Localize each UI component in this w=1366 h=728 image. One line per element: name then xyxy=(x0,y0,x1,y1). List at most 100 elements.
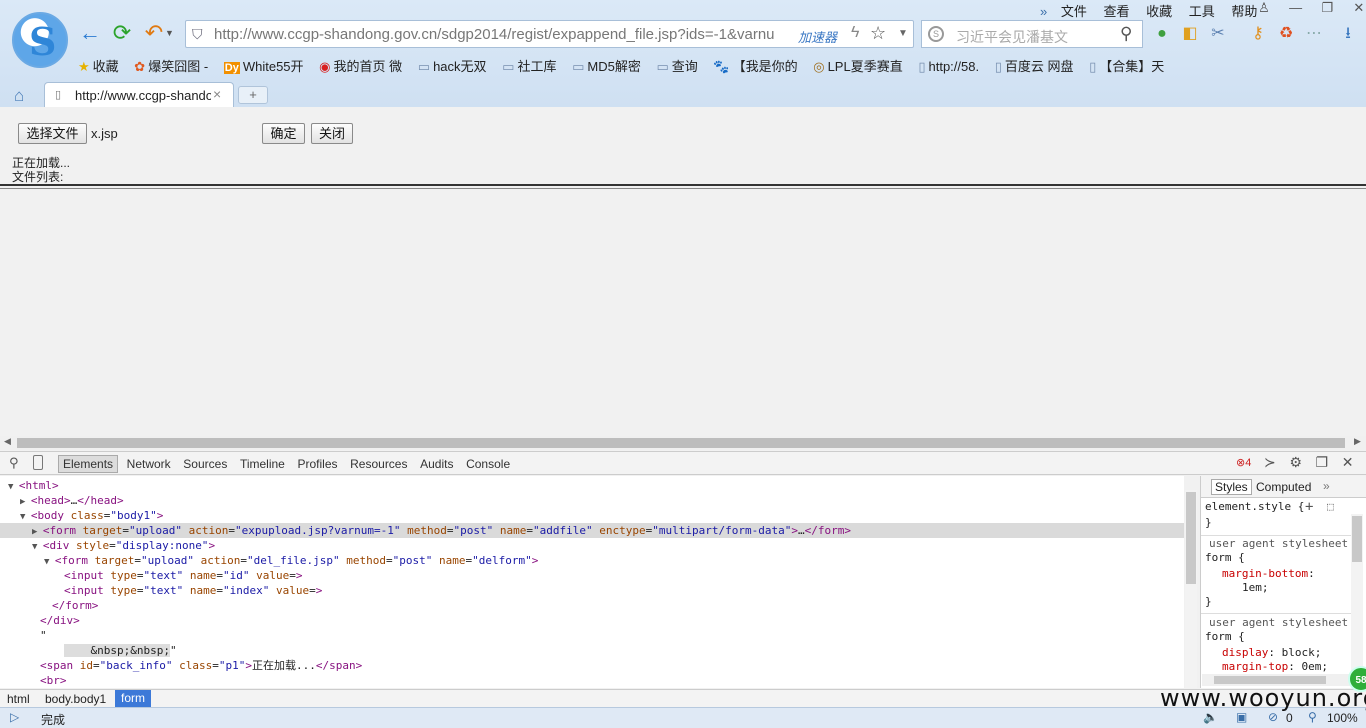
close-icon[interactable]: × xyxy=(213,86,221,102)
scrollbar-thumb[interactable] xyxy=(1214,676,1326,684)
inspect-icon[interactable]: ⚲ xyxy=(9,455,19,471)
css-property[interactable]: margin-bottom: xyxy=(1222,567,1315,581)
search-icon[interactable]: ⚲ xyxy=(1120,24,1132,44)
scrollbar-thumb[interactable] xyxy=(1352,516,1362,562)
dom-node-line[interactable]: ▼ <body class="body1"> xyxy=(0,508,1184,523)
fav-item[interactable]: ▭ 查询 xyxy=(656,56,697,75)
zoom-level[interactable]: 100% xyxy=(1327,711,1358,725)
fav-item[interactable]: 🐾 【我是你的 xyxy=(713,56,797,75)
tab-network[interactable]: Network xyxy=(123,456,175,472)
tab-resources[interactable]: Resources xyxy=(346,456,411,472)
extension-icon[interactable]: ♻ xyxy=(1276,24,1296,44)
dom-node-line[interactable]: </div> xyxy=(0,613,1184,628)
dom-node-line[interactable]: <span id="back_info" class="p1">正在加载...<… xyxy=(0,658,1184,673)
fav-item[interactable]: ✿ 爆笑囧图 - xyxy=(134,56,208,75)
export-icon[interactable]: ◧ xyxy=(1180,24,1200,44)
css-declaration[interactable]: display: block; xyxy=(1222,646,1321,660)
dock-icon[interactable]: ❐ xyxy=(1316,454,1329,471)
menu-view[interactable]: 查看 xyxy=(1104,1,1130,20)
scroll-right-icon[interactable]: ▶ xyxy=(1354,436,1361,447)
dom-node-line[interactable]: <input type="text" name="index" value=> xyxy=(0,583,1184,598)
fav-item[interactable]: ▯ 【合集】天 xyxy=(1089,56,1164,75)
breadcrumb-body[interactable]: body.body1 xyxy=(45,692,106,706)
breadcrumb-html[interactable]: html xyxy=(7,692,30,706)
form-selector[interactable]: form { xyxy=(1205,551,1245,565)
minimize-icon[interactable]: — xyxy=(1282,0,1310,15)
menu-file[interactable]: 文件 xyxy=(1061,1,1087,20)
leaf-icon[interactable]: ● xyxy=(1152,24,1172,44)
menu-expand-icon[interactable]: » xyxy=(1040,4,1047,19)
more-tabs-icon[interactable]: » xyxy=(1323,479,1330,493)
download-icon[interactable]: ⭳ xyxy=(1338,24,1358,44)
tab-console[interactable]: Console xyxy=(462,456,514,472)
tab-sources[interactable]: Sources xyxy=(179,456,231,472)
undo-icon[interactable]: ↶ xyxy=(142,22,166,46)
fav-item[interactable]: ▭ 社工库 xyxy=(502,56,556,75)
element-style-selector[interactable]: element.style { xyxy=(1205,500,1304,514)
fav-item[interactable]: ◉ 我的首页 微 xyxy=(319,56,402,75)
fav-item[interactable]: ◎ LPL夏季赛直 xyxy=(813,56,902,75)
search-placeholder[interactable]: 习近平会见潘基文 xyxy=(956,27,1068,47)
tab-timeline[interactable]: Timeline xyxy=(236,456,289,472)
fav-item[interactable]: ★ 收藏 xyxy=(78,56,119,75)
close-button[interactable]: 关闭 xyxy=(311,123,353,144)
menu-tools[interactable]: 工具 xyxy=(1189,1,1215,20)
breadcrumb-form[interactable]: form xyxy=(115,690,151,707)
home-icon[interactable]: ⌂ xyxy=(14,86,24,106)
fav-item[interactable]: ▭ MD5解密 xyxy=(572,56,641,75)
new-tab-button[interactable]: + xyxy=(238,86,268,104)
dom-node-line[interactable]: </form> xyxy=(0,598,1184,613)
form-selector[interactable]: form { xyxy=(1205,630,1245,644)
confirm-button[interactable]: 确定 xyxy=(262,123,305,144)
close-window-icon[interactable]: ✕ xyxy=(1345,0,1366,16)
browser-logo[interactable]: S xyxy=(12,12,68,68)
choose-file-button[interactable]: 选择文件 xyxy=(18,123,87,144)
search-box[interactable]: S 习近平会见潘基文 ⚲ xyxy=(921,20,1143,48)
tab-active[interactable]: ▯ http://www.ccgp-shandong.gov.cn × xyxy=(44,82,234,107)
scroll-left-icon[interactable]: ◀ xyxy=(4,436,11,447)
settings-gear-icon[interactable]: ⚙ xyxy=(1289,454,1302,471)
chevron-down-icon[interactable]: ▼ xyxy=(898,28,908,39)
sidebar-toggle-icon[interactable]: ▷ xyxy=(10,710,19,724)
dom-node-line[interactable]: <input type="text" name="id" value=> xyxy=(0,568,1184,583)
close-devtools-icon[interactable]: ✕ xyxy=(1342,454,1354,471)
key-icon[interactable]: ⚷ xyxy=(1248,24,1268,44)
tab-profiles[interactable]: Profiles xyxy=(293,456,341,472)
accelerator-button[interactable]: 加速器 xyxy=(798,27,837,46)
tab-audits[interactable]: Audits xyxy=(416,456,457,472)
dom-node-line[interactable]: <br> xyxy=(0,673,1184,688)
undo-dropdown-icon[interactable]: ▼ xyxy=(165,28,174,38)
scrollbar-thumb[interactable] xyxy=(17,438,1345,448)
tab-elements[interactable]: Elements xyxy=(58,455,119,473)
search-engine-icon[interactable]: S xyxy=(928,26,944,42)
dom-node-line[interactable]: ▼ <form target="upload" action="del_file… xyxy=(0,553,1184,568)
restore-icon[interactable]: ❐ xyxy=(1313,0,1341,16)
more-icon[interactable]: ⋯ xyxy=(1304,24,1324,44)
css-declaration[interactable]: margin-top: 0em; xyxy=(1222,660,1328,674)
lightning-icon[interactable]: ϟ xyxy=(851,24,859,42)
skin-icon[interactable]: ♙ xyxy=(1250,0,1278,16)
menu-favorites[interactable]: 收藏 xyxy=(1146,1,1172,20)
styles-scrollbar[interactable] xyxy=(1351,514,1363,674)
fav-item[interactable]: ▯ http://58. xyxy=(918,59,979,75)
toggle-state-icon[interactable]: ⬚ xyxy=(1327,500,1334,514)
adblock-icon[interactable]: ⊘ xyxy=(1268,710,1278,724)
add-rule-icon[interactable]: + xyxy=(1305,500,1313,514)
page-horizontal-scrollbar[interactable]: ◀ ▶ xyxy=(0,436,1366,450)
dom-node-line[interactable]: &nbsp;&nbsp;" xyxy=(0,643,1184,658)
dom-node-line[interactable]: " xyxy=(0,628,1184,643)
refresh-icon[interactable]: ⟳ xyxy=(110,22,134,46)
tab-styles[interactable]: Styles xyxy=(1211,479,1252,495)
fav-item[interactable]: ▯ 百度云 网盘 xyxy=(995,56,1074,75)
dom-node-line[interactable]: ▶ <head>…</head> xyxy=(0,493,1184,508)
css-value[interactable]: 1em; xyxy=(1242,581,1269,595)
volume-icon[interactable]: 🔈 xyxy=(1203,710,1218,724)
dom-node-line[interactable]: ▶ <form target="upload" action="expuploa… xyxy=(0,523,1184,538)
fav-item[interactable]: Dy White55开 xyxy=(223,56,304,75)
scissors-icon[interactable]: ✂ xyxy=(1208,24,1228,44)
console-drawer-icon[interactable]: ≻ xyxy=(1264,454,1276,471)
address-url[interactable]: http://www.ccgp-shandong.gov.cn/sdgp2014… xyxy=(214,26,794,43)
dom-node-line[interactable]: ▼ <html> xyxy=(0,478,1184,493)
elements-dom-tree[interactable]: ▼ <html> ▶ <head>…</head> ▼ <body class="b… xyxy=(0,476,1184,688)
error-count-badge[interactable]: ⊗4 xyxy=(1236,456,1251,469)
